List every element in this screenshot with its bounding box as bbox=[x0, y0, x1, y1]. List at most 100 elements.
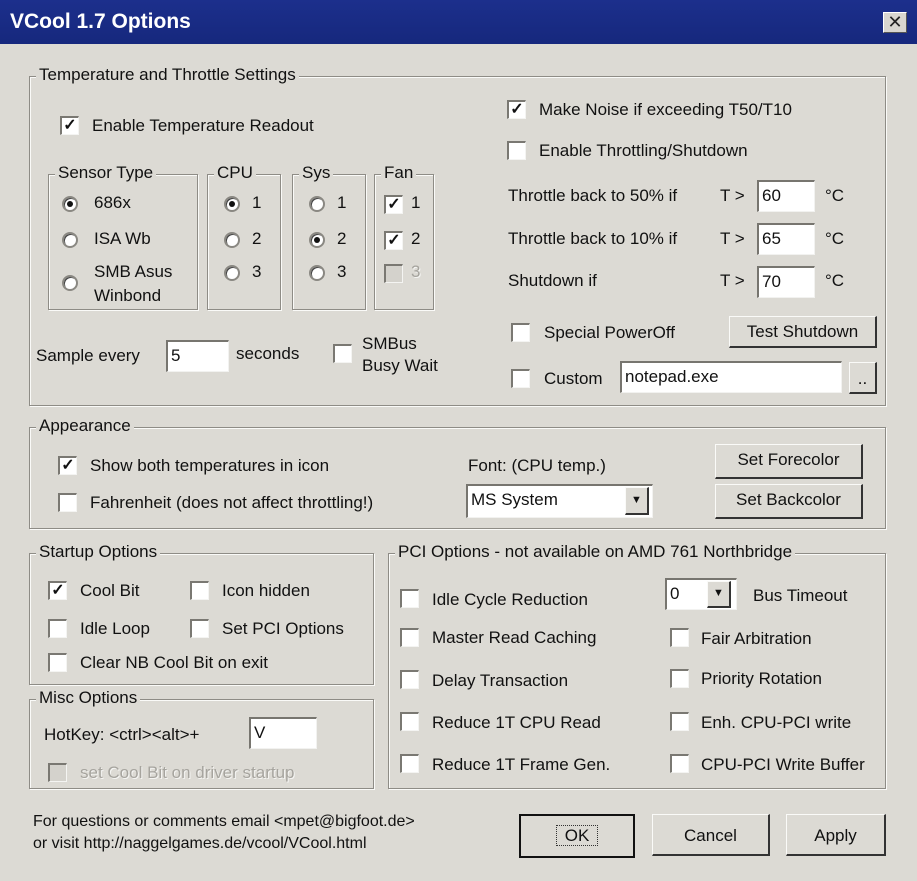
ok-button-label: OK bbox=[555, 825, 599, 846]
delay-tx-checkbox[interactable] bbox=[400, 670, 419, 689]
set-backcolor-button[interactable]: Set Backcolor bbox=[715, 484, 863, 519]
master-read-checkbox[interactable] bbox=[400, 628, 419, 647]
cpu-2-label: 2 bbox=[252, 229, 262, 248]
sensor-smbasus-label: SMB Asus bbox=[94, 262, 173, 281]
enh-write-checkbox[interactable] bbox=[670, 712, 689, 731]
ok-button[interactable]: OK bbox=[519, 814, 635, 858]
cpu-legend: CPU bbox=[214, 163, 256, 183]
sensor-smbasus-radio[interactable] bbox=[62, 275, 78, 291]
set-forecolor-button[interactable]: Set Forecolor bbox=[715, 444, 863, 479]
idle-cycle-label: Idle Cycle Reduction bbox=[432, 590, 588, 609]
set-cool-bit-checkbox[interactable] bbox=[48, 763, 67, 782]
idle-cycle-checkbox[interactable] bbox=[400, 589, 419, 608]
throttling-label: Enable Throttling/Shutdown bbox=[539, 141, 748, 160]
cool-bit-checkbox[interactable]: ✓ bbox=[48, 581, 67, 600]
sensor-isawb-label: ISA Wb bbox=[94, 229, 151, 248]
idle-loop-checkbox[interactable] bbox=[48, 619, 67, 638]
special-poweroff-checkbox[interactable] bbox=[511, 323, 530, 342]
fan-2-label: 2 bbox=[411, 229, 421, 248]
sensor-isawb-radio[interactable] bbox=[62, 232, 78, 248]
fan-1-label: 1 bbox=[411, 193, 421, 212]
sys-legend: Sys bbox=[299, 163, 334, 183]
footer-email-text: For questions or comments email <mpet@bi… bbox=[33, 813, 415, 830]
footer-url-text: or visit http://naggelgames.de/vcool/VCo… bbox=[33, 835, 367, 852]
sensor-686x-label: 686x bbox=[94, 193, 131, 212]
set-pci-checkbox[interactable] bbox=[190, 619, 209, 638]
fair-arb-label: Fair Arbitration bbox=[701, 629, 812, 648]
bus-timeout-dropdown-button[interactable]: ▼ bbox=[707, 581, 731, 608]
throttle10-input[interactable]: 65 bbox=[757, 223, 815, 255]
fair-arb-checkbox[interactable] bbox=[670, 628, 689, 647]
clear-nb-checkbox[interactable] bbox=[48, 653, 67, 672]
sys-3-radio[interactable] bbox=[309, 265, 325, 281]
smbus-label-1: SMBus bbox=[362, 334, 417, 353]
hotkey-input[interactable]: V bbox=[249, 717, 317, 749]
fahrenheit-checkbox[interactable] bbox=[58, 493, 77, 512]
priority-rot-label: Priority Rotation bbox=[701, 669, 822, 688]
cpu-1-radio[interactable] bbox=[224, 196, 240, 212]
fan-2-checkbox[interactable]: ✓ bbox=[384, 231, 403, 250]
master-read-label: Master Read Caching bbox=[432, 628, 597, 647]
icon-hidden-checkbox[interactable] bbox=[190, 581, 209, 600]
font-dropdown-button[interactable]: ▼ bbox=[625, 487, 649, 515]
hotkey-label: HotKey: <ctrl><alt>+ bbox=[44, 725, 200, 744]
sys-1-radio[interactable] bbox=[309, 196, 325, 212]
icon-hidden-label: Icon hidden bbox=[222, 581, 310, 600]
bus-timeout-label: Bus Timeout bbox=[753, 586, 848, 605]
startup-legend: Startup Options bbox=[36, 542, 161, 562]
pci-legend: PCI Options - not available on AMD 761 N… bbox=[395, 542, 796, 562]
window-title: VCool 1.7 Options bbox=[10, 10, 191, 33]
priority-rot-checkbox[interactable] bbox=[670, 669, 689, 688]
delay-tx-label: Delay Transaction bbox=[432, 671, 569, 690]
font-select-value: MS System bbox=[471, 490, 558, 509]
appearance-legend: Appearance bbox=[36, 416, 134, 436]
sample-unit: seconds bbox=[236, 344, 300, 363]
cpu-2-radio[interactable] bbox=[224, 232, 240, 248]
enable-readout-label: Enable Temperature Readout bbox=[92, 116, 314, 135]
sensor-686x-radio[interactable] bbox=[62, 196, 78, 212]
temperature-legend: Temperature and Throttle Settings bbox=[36, 65, 299, 85]
title-bar: VCool 1.7 Options ✕ bbox=[0, 0, 917, 44]
bus-timeout-value: 0 bbox=[670, 584, 680, 603]
show-both-checkbox[interactable]: ✓ bbox=[58, 456, 77, 475]
sensor-type-legend: Sensor Type bbox=[55, 163, 157, 183]
apply-button[interactable]: Apply bbox=[786, 814, 886, 856]
fahrenheit-label: Fahrenheit (does not affect throttling!) bbox=[90, 493, 374, 512]
show-both-label: Show both temperatures in icon bbox=[90, 456, 330, 475]
sample-input[interactable]: 5 bbox=[166, 340, 229, 372]
throttle50-input[interactable]: 60 bbox=[757, 180, 815, 212]
idle-loop-label: Idle Loop bbox=[80, 619, 150, 638]
sys-1-label: 1 bbox=[337, 193, 347, 212]
reduce-frame-label: Reduce 1T Frame Gen. bbox=[432, 755, 611, 774]
throttle10-cond: T > bbox=[720, 229, 745, 248]
fan-legend: Fan bbox=[381, 163, 417, 183]
fan-3-label: 3 bbox=[411, 262, 421, 281]
make-noise-checkbox[interactable]: ✓ bbox=[507, 100, 526, 119]
cancel-button[interactable]: Cancel bbox=[652, 814, 770, 856]
enh-write-label: Enh. CPU-PCI write bbox=[701, 713, 852, 732]
custom-command-input[interactable]: notepad.exe bbox=[620, 361, 842, 393]
sys-3-label: 3 bbox=[337, 262, 347, 281]
shutdown-cond: T > bbox=[720, 271, 745, 290]
cpu-3-radio[interactable] bbox=[224, 265, 240, 281]
special-poweroff-label: Special PowerOff bbox=[544, 323, 676, 342]
write-buffer-checkbox[interactable] bbox=[670, 754, 689, 773]
fan-3-checkbox[interactable] bbox=[384, 264, 403, 283]
fan-1-checkbox[interactable]: ✓ bbox=[384, 195, 403, 214]
throttling-checkbox[interactable] bbox=[507, 141, 526, 160]
throttle50-label: Throttle back to 50% if bbox=[508, 186, 678, 205]
reduce-read-label: Reduce 1T CPU Read bbox=[432, 713, 601, 732]
set-cool-bit-label: set Cool Bit on driver startup bbox=[80, 763, 295, 782]
enable-readout-checkbox[interactable]: ✓ bbox=[60, 116, 79, 135]
smbus-checkbox[interactable] bbox=[333, 344, 352, 363]
custom-browse-button[interactable]: .. bbox=[849, 362, 877, 394]
reduce-read-checkbox[interactable] bbox=[400, 712, 419, 731]
sys-2-radio[interactable] bbox=[309, 232, 325, 248]
custom-checkbox[interactable] bbox=[511, 369, 530, 388]
sys-group: Sys bbox=[292, 163, 366, 310]
test-shutdown-button[interactable]: Test Shutdown bbox=[729, 316, 877, 348]
reduce-frame-checkbox[interactable] bbox=[400, 754, 419, 773]
cpu-1-label: 1 bbox=[252, 193, 262, 212]
shutdown-input[interactable]: 70 bbox=[757, 266, 815, 298]
close-icon[interactable]: ✕ bbox=[883, 12, 907, 33]
